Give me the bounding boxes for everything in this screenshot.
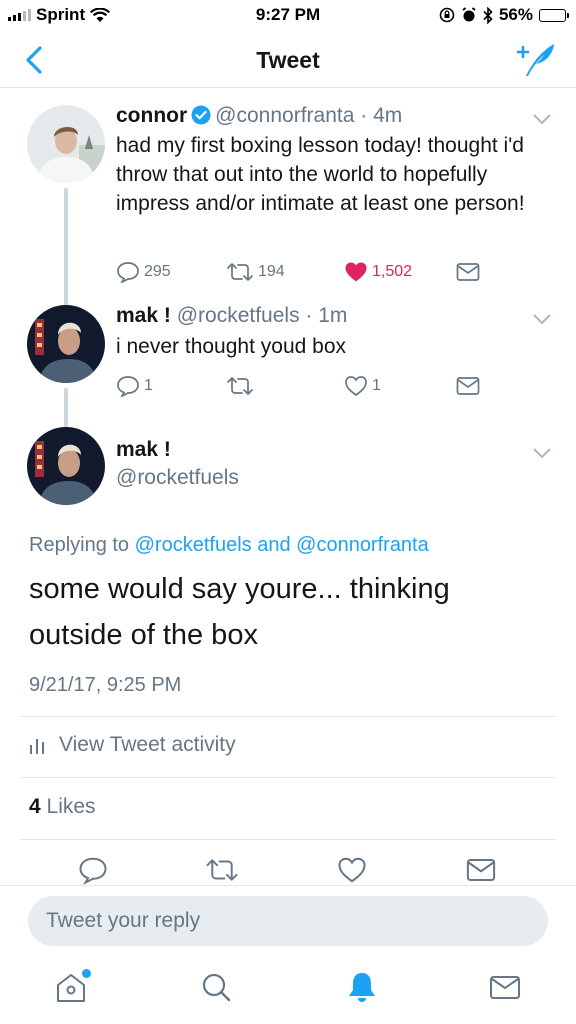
tweet-text: had my first boxing lesson today! though…: [116, 134, 525, 215]
chevron-down-icon[interactable]: [532, 446, 552, 460]
envelope-icon[interactable]: [466, 855, 496, 885]
activity-label: View Tweet activity: [59, 733, 236, 756]
reply-icon: [117, 262, 139, 283]
tweet-reply-input[interactable]: Tweet your reply: [28, 896, 548, 946]
reply-action[interactable]: 1: [116, 374, 153, 398]
tweet-header: connor @connorfranta · 4m: [116, 104, 402, 128]
like-count: 1: [372, 377, 381, 394]
tweet-text: i never thought youd box: [116, 335, 346, 358]
retweet-icon[interactable]: [205, 855, 239, 885]
main-tweet-line: outside of the box: [29, 619, 258, 651]
replying-prefix: Replying to: [29, 534, 130, 556]
dm-action[interactable]: [456, 260, 480, 284]
likes-count: 4: [29, 795, 41, 818]
status-bar: Sprint 9:27 PM 56%: [0, 0, 576, 32]
bluetooth-icon: [483, 6, 493, 24]
author-handle[interactable]: @rocketfuels: [116, 466, 239, 490]
tweet-actions: 295 194 1,502: [116, 260, 556, 288]
like-action[interactable]: 1,502: [344, 260, 412, 284]
tweet-header: mak ! @rocketfuels · 1m: [116, 304, 347, 328]
heart-outline-icon: [345, 376, 367, 397]
reply-icon: [117, 376, 139, 397]
tweet-time: · 4m: [360, 104, 403, 127]
divider: [20, 777, 556, 778]
author-handle[interactable]: @rocketfuels: [177, 304, 300, 327]
page-title: Tweet: [256, 47, 320, 73]
reply-count: 1: [144, 377, 153, 394]
replying-and[interactable]: and: [257, 534, 290, 556]
author-handle[interactable]: @connorfranta: [215, 104, 354, 127]
main-tweet-text: some would say youre... thinking outside…: [29, 566, 549, 658]
heart-filled-icon: [345, 262, 367, 282]
avatar-mak-main[interactable]: [27, 427, 105, 505]
like-action[interactable]: 1: [344, 374, 381, 398]
home-notification-dot: [82, 969, 91, 978]
replying-to: Replying to @rocketfuels and @connorfran…: [29, 534, 429, 557]
notifications-icon: [349, 973, 375, 1002]
chevron-down-icon[interactable]: [532, 112, 552, 126]
likes-label: Likes: [46, 795, 96, 818]
mention-link[interactable]: @rocketfuels: [135, 534, 252, 556]
tab-notifications[interactable]: [344, 969, 380, 1005]
alarm-icon: [462, 7, 476, 22]
envelope-icon: [456, 263, 480, 281]
verified-badge-icon: [191, 105, 211, 125]
tab-home[interactable]: [53, 969, 91, 1005]
main-tweet-actions: [0, 855, 576, 885]
retweet-action[interactable]: [226, 374, 254, 398]
battery-percent: 56%: [498, 5, 533, 24]
chevron-down-icon[interactable]: [532, 312, 552, 326]
lock-rotation-icon: [439, 7, 455, 23]
tab-search[interactable]: [198, 969, 234, 1005]
tab-messages[interactable]: [487, 969, 523, 1005]
reply-icon[interactable]: [78, 855, 108, 885]
mention-link[interactable]: @connorfranta: [296, 534, 429, 556]
main-tweet-line: some would say youre... thinking: [29, 573, 450, 605]
thread-line: [64, 388, 68, 428]
like-count: 1,502: [372, 263, 413, 280]
likes-summary[interactable]: 4 Likes: [29, 795, 96, 819]
retweet-icon: [227, 377, 253, 395]
author-name[interactable]: connor: [116, 104, 187, 127]
reply-action[interactable]: 295: [116, 260, 171, 284]
bar-chart-icon: [30, 739, 44, 754]
author-name[interactable]: mak !: [116, 304, 171, 327]
reply-bar: Tweet your reply: [0, 885, 576, 955]
tab-bar: [0, 955, 576, 1024]
retweet-count: 194: [258, 263, 285, 280]
reply-count: 295: [144, 263, 171, 280]
nav-bar: Tweet: [0, 32, 576, 88]
battery-icon: [539, 8, 569, 22]
dm-action[interactable]: [456, 374, 480, 398]
messages-icon: [490, 976, 520, 999]
tweet-time: · 1m: [305, 304, 348, 327]
compose-tweet-icon[interactable]: [516, 40, 558, 80]
tweet-timestamp: 9/21/17, 9:25 PM: [29, 674, 182, 696]
divider: [20, 716, 556, 717]
view-tweet-activity[interactable]: View Tweet activity: [29, 733, 236, 757]
search-icon: [202, 973, 231, 1002]
envelope-icon: [456, 377, 480, 395]
avatar-connor[interactable]: [27, 105, 105, 183]
divider: [20, 839, 556, 840]
author-name[interactable]: mak !: [116, 438, 171, 462]
avatar-mak[interactable]: [27, 305, 105, 383]
tweet-actions: 1 1: [116, 374, 556, 402]
retweet-action[interactable]: 194: [226, 260, 285, 284]
thread-line: [64, 188, 68, 306]
heart-outline-icon[interactable]: [337, 855, 367, 885]
retweet-icon: [227, 263, 253, 281]
